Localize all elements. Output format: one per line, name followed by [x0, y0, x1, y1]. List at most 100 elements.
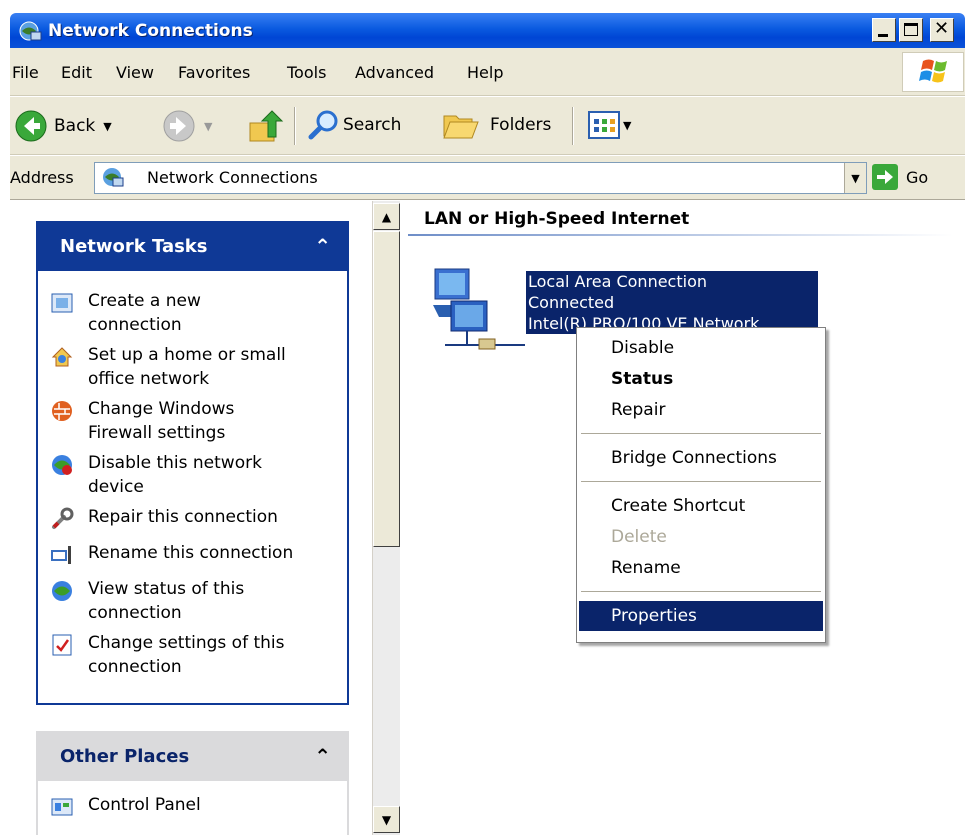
task-change-settings[interactable]: Change settings of this connection	[50, 631, 303, 679]
menu-bridge-connections[interactable]: Bridge Connections	[579, 443, 823, 473]
task-firewall[interactable]: Change Windows Firewall settings	[50, 397, 288, 445]
back-dropdown-icon: ▼	[103, 119, 112, 133]
task-pane-scrollbar[interactable]: ▲ ▼	[372, 201, 400, 835]
task-label: Change settings of this connection	[88, 633, 285, 677]
search-button[interactable]: Search	[307, 108, 401, 142]
other-places-title: Other Places	[60, 745, 190, 767]
close-icon: ✕	[934, 18, 950, 39]
menu-tools[interactable]: Tools	[287, 63, 326, 83]
task-label: Disable this network device	[88, 453, 262, 497]
menu-edit[interactable]: Edit	[61, 63, 92, 83]
menu-separator	[581, 433, 821, 435]
views-button[interactable]: ▼	[588, 111, 631, 139]
other-places-header[interactable]: Other Places ⌃	[36, 731, 349, 781]
menu-bar: File Edit View Favorites Tools Advanced …	[10, 48, 965, 96]
back-label: Back	[54, 116, 96, 136]
place-control-panel[interactable]: Control Panel	[50, 793, 201, 819]
home-network-icon	[51, 347, 73, 367]
windows-logo	[902, 52, 964, 92]
task-rename-connection[interactable]: Rename this connection	[50, 541, 328, 567]
maximize-button[interactable]	[899, 18, 923, 42]
toolbar-separator	[572, 107, 574, 145]
folders-button[interactable]: Folders	[442, 108, 551, 142]
chevron-down-icon: ▼	[851, 171, 860, 185]
menu-favorites[interactable]: Favorites	[178, 63, 250, 83]
menu-view[interactable]: View	[116, 63, 154, 83]
views-dropdown-icon: ▼	[623, 118, 632, 132]
address-input[interactable]: Network Connections ▼	[94, 162, 867, 194]
task-create-connection[interactable]: Create a new connection	[50, 289, 288, 337]
menu-status[interactable]: Status	[579, 364, 823, 394]
task-home-network[interactable]: Set up a home or small office network	[50, 343, 303, 391]
other-places-panel: Other Places ⌃ Control Panel	[36, 731, 349, 835]
scroll-down-button[interactable]: ▼	[373, 806, 400, 833]
context-menu: Disable Status Repair Bridge Connections…	[576, 327, 826, 643]
connection-label[interactable]: Local Area Connection Connected Intel(R)…	[526, 271, 818, 334]
status-icon	[52, 581, 72, 601]
task-pane: Network Tasks ⌃ Create a new connection …	[10, 201, 372, 835]
address-dropdown-button[interactable]: ▼	[844, 163, 866, 193]
scroll-thumb[interactable]	[373, 231, 400, 547]
network-connections-icon	[103, 168, 124, 187]
go-arrow-icon	[872, 164, 898, 190]
menu-rename[interactable]: Rename	[579, 553, 823, 583]
menu-properties[interactable]: Properties	[579, 601, 823, 631]
rename-icon	[51, 546, 71, 564]
connection-status: Connected	[528, 293, 615, 312]
section-title: LAN or High-Speed Internet	[424, 209, 690, 229]
menu-separator	[581, 591, 821, 593]
menu-delete: Delete	[611, 527, 667, 547]
control-panel-icon	[51, 798, 73, 816]
title-bar: Network Connections ✕	[0, 0, 965, 48]
go-button[interactable]: Go	[872, 164, 928, 190]
local-area-connection-icon[interactable]	[425, 261, 525, 361]
minimize-button[interactable]	[872, 18, 896, 42]
network-tasks-list: Create a new connection Set up a home or…	[36, 271, 349, 705]
menu-advanced[interactable]: Advanced	[355, 63, 434, 83]
back-arrow-icon	[15, 110, 47, 142]
collapse-chevron-icon[interactable]: ⌃	[314, 744, 331, 768]
forward-arrow-icon	[163, 110, 195, 142]
repair-icon	[52, 507, 74, 529]
task-view-status[interactable]: View status of this connection	[50, 577, 288, 625]
forward-dropdown-icon: ▼	[204, 119, 213, 133]
task-disable-device[interactable]: Disable this network device	[50, 451, 298, 499]
disable-network-icon	[52, 455, 72, 475]
menu-repair[interactable]: Repair	[579, 395, 823, 425]
scroll-up-button[interactable]: ▲	[373, 203, 400, 230]
network-tasks-header[interactable]: Network Tasks ⌃	[36, 221, 349, 271]
chevron-up-icon: ▲	[381, 209, 392, 224]
close-button[interactable]: ✕	[930, 18, 954, 42]
up-button[interactable]	[246, 107, 284, 145]
task-label: Change Windows Firewall settings	[88, 399, 235, 443]
minimize-icon	[878, 34, 888, 37]
folder-up-icon	[249, 110, 284, 142]
task-label: Create a new connection	[88, 291, 201, 335]
menu-separator	[581, 481, 821, 483]
network-connections-icon	[19, 21, 42, 41]
go-label: Go	[906, 167, 929, 187]
collapse-chevron-icon[interactable]: ⌃	[314, 234, 331, 258]
menu-disable[interactable]: Disable	[579, 333, 823, 363]
task-repair-connection[interactable]: Repair this connection	[50, 505, 328, 531]
menu-create-shortcut[interactable]: Create Shortcut	[579, 491, 823, 521]
views-icon	[588, 111, 620, 139]
windows-flag-icon	[919, 59, 947, 83]
toolbar-separator	[294, 107, 296, 145]
window-title: Network Connections	[48, 21, 253, 41]
toolbar: Back ▼ ▼ Search Folders ▼	[10, 97, 965, 155]
new-connection-icon	[51, 293, 73, 313]
menu-help[interactable]: Help	[467, 63, 503, 83]
back-button[interactable]: Back ▼	[14, 109, 112, 143]
maximize-icon	[904, 23, 918, 36]
menu-file[interactable]: File	[12, 63, 39, 83]
place-label: Control Panel	[88, 795, 201, 815]
search-icon	[308, 110, 338, 140]
address-bar: Address Network Connections ▼ Go	[10, 156, 965, 200]
section-divider	[408, 234, 953, 236]
address-label: Address	[10, 168, 74, 187]
settings-icon	[52, 634, 72, 656]
forward-button[interactable]: ▼	[162, 109, 212, 143]
firewall-icon	[52, 401, 72, 421]
network-tasks-title: Network Tasks	[60, 235, 208, 257]
